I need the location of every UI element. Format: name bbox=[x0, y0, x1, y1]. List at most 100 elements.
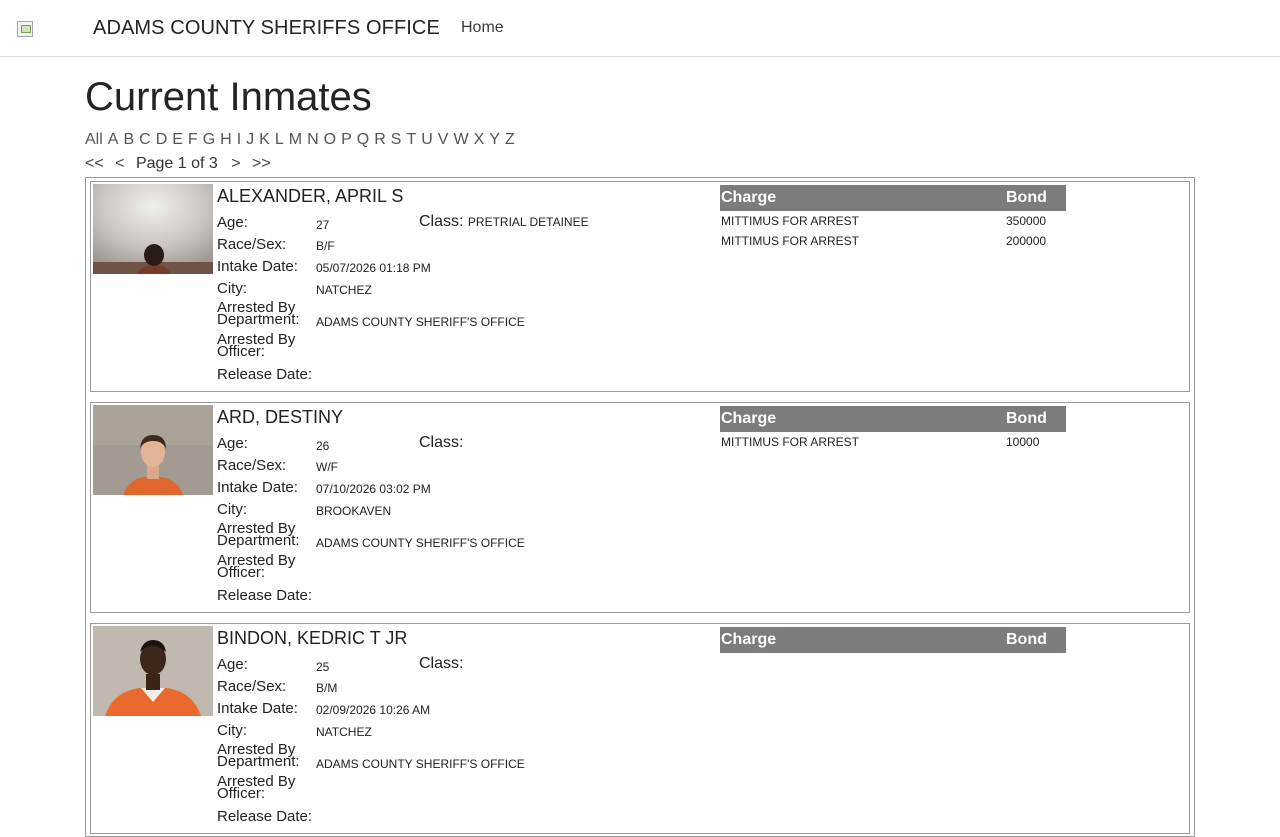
release-date-label: Release Date: bbox=[217, 366, 313, 383]
alphabet-filter: All A B C D E F G H I J K L M N O P Q R S T U V W X Y Z bbox=[85, 130, 520, 150]
class-label: Class: bbox=[419, 434, 464, 451]
inmate-card: BINDON, KEDRIC T JR Age: 25 Class: Race/… bbox=[90, 623, 1190, 834]
page-title: Current Inmates bbox=[85, 75, 372, 119]
charge-row: MITTIMUS FOR ARREST 350000 bbox=[720, 211, 1066, 231]
department-value: ADAMS COUNTY SHERIFF'S OFFICE bbox=[316, 757, 525, 771]
alpha-filter-c[interactable]: C bbox=[139, 131, 151, 148]
alpha-filter-d[interactable]: D bbox=[156, 131, 168, 148]
next-page-link[interactable]: > bbox=[231, 155, 240, 172]
first-page-link[interactable]: << bbox=[85, 155, 104, 172]
charge-cell: MITTIMUS FOR ARREST bbox=[721, 214, 859, 228]
age-label: Age: bbox=[217, 214, 248, 231]
charge-column-header: Charge bbox=[721, 631, 777, 648]
alpha-filter-i[interactable]: I bbox=[237, 131, 241, 148]
page-indicator: Page 1 of 3 bbox=[135, 155, 218, 172]
alpha-filter-x[interactable]: X bbox=[474, 131, 485, 148]
alpha-filter-g[interactable]: G bbox=[203, 131, 215, 148]
inmate-photo[interactable] bbox=[93, 405, 213, 495]
inmate-photo[interactable] bbox=[93, 626, 213, 716]
site-title[interactable]: ADAMS COUNTY SHERIFFS OFFICE bbox=[93, 16, 440, 40]
inmate-name: BINDON, KEDRIC T JR bbox=[217, 628, 408, 648]
charge-row: MITTIMUS FOR ARREST 10000 bbox=[720, 432, 1066, 452]
arrested-dept-label: Arrested By Department: bbox=[217, 741, 300, 770]
race-sex-value: B/M bbox=[316, 681, 338, 695]
inmate-card: ARD, DESTINY Age: 26 Class: Race/Sex: W/… bbox=[90, 402, 1190, 613]
alpha-filter-p[interactable]: P bbox=[341, 131, 352, 148]
broken-logo-image-icon[interactable] bbox=[17, 21, 33, 37]
alpha-filter-h[interactable]: H bbox=[220, 131, 232, 148]
intake-date-label: Intake Date: bbox=[217, 700, 298, 717]
bond-column-header: Bond bbox=[1006, 631, 1047, 648]
charges-header: Charge Bond bbox=[720, 185, 1066, 211]
department-value: ADAMS COUNTY SHERIFF'S OFFICE bbox=[316, 536, 525, 550]
charges-header: Charge Bond bbox=[720, 406, 1066, 432]
alpha-filter-o[interactable]: O bbox=[324, 131, 336, 148]
alpha-filter-n[interactable]: N bbox=[307, 131, 319, 148]
inmate-list: ALEXANDER, APRIL S Age: 27 Class: PRETRI… bbox=[85, 177, 1195, 837]
charge-cell: MITTIMUS FOR ARREST bbox=[721, 234, 859, 248]
alpha-filter-e[interactable]: E bbox=[172, 131, 183, 148]
arrested-dept-label: Arrested By Department: bbox=[217, 299, 300, 328]
alpha-filter-j[interactable]: J bbox=[246, 131, 254, 148]
top-navbar: ADAMS COUNTY SHERIFFS OFFICE Home bbox=[0, 0, 1280, 57]
alpha-filter-y[interactable]: Y bbox=[489, 131, 500, 148]
alpha-filter-z[interactable]: Z bbox=[505, 131, 515, 148]
alpha-filter-r[interactable]: R bbox=[374, 131, 386, 148]
age-value: 27 bbox=[316, 218, 330, 232]
alpha-filter-b[interactable]: B bbox=[123, 131, 134, 148]
alpha-filter-u[interactable]: U bbox=[421, 131, 433, 148]
alpha-filter-v[interactable]: V bbox=[438, 131, 449, 148]
nav-home-link[interactable]: Home bbox=[461, 18, 504, 38]
intake-date-value: 07/10/2026 03:02 PM bbox=[316, 482, 431, 496]
race-sex-label: Race/Sex: bbox=[217, 678, 287, 695]
intake-date-value: 02/09/2026 10:26 AM bbox=[316, 703, 431, 717]
arrested-officer-label: Arrested By Officer: bbox=[217, 331, 296, 360]
age-label: Age: bbox=[217, 435, 248, 452]
charge-row: MITTIMUS FOR ARREST 200000 bbox=[720, 231, 1066, 251]
age-value: 26 bbox=[316, 439, 330, 453]
alpha-filter-all[interactable]: All bbox=[85, 131, 103, 148]
bond-column-header: Bond bbox=[1006, 189, 1047, 206]
alpha-filter-m[interactable]: M bbox=[289, 131, 302, 148]
alpha-filter-l[interactable]: L bbox=[275, 131, 284, 148]
inmate-name: ALEXANDER, APRIL S bbox=[217, 186, 404, 206]
city-label: City: bbox=[217, 501, 247, 518]
city-label: City: bbox=[217, 722, 247, 739]
last-page-link[interactable]: >> bbox=[252, 155, 271, 172]
bond-cell: 10000 bbox=[1006, 435, 1040, 449]
class-label: Class: PRETRIAL DETAINEE bbox=[419, 213, 589, 230]
alpha-filter-k[interactable]: K bbox=[259, 131, 270, 148]
inmate-name: ARD, DESTINY bbox=[217, 407, 344, 427]
intake-date-label: Intake Date: bbox=[217, 258, 298, 275]
alpha-filter-q[interactable]: Q bbox=[357, 131, 369, 148]
city-label: City: bbox=[217, 280, 247, 297]
alpha-filter-w[interactable]: W bbox=[453, 131, 468, 148]
charges-table: Charge Bond bbox=[720, 627, 1066, 653]
arrested-dept-label: Arrested By Department: bbox=[217, 520, 300, 549]
intake-date-value: 05/07/2026 01:18 PM bbox=[316, 261, 431, 275]
department-value: ADAMS COUNTY SHERIFF'S OFFICE bbox=[316, 315, 525, 329]
race-sex-label: Race/Sex: bbox=[217, 236, 287, 253]
charge-column-header: Charge bbox=[721, 410, 777, 427]
race-sex-value: B/F bbox=[316, 239, 335, 253]
charges-header: Charge Bond bbox=[720, 627, 1066, 653]
alpha-filter-s[interactable]: S bbox=[391, 131, 402, 148]
bond-cell: 200000 bbox=[1006, 234, 1047, 248]
charges-table: Charge Bond MITTIMUS FOR ARREST 10000 bbox=[720, 406, 1066, 452]
prev-page-link[interactable]: < bbox=[115, 155, 124, 172]
city-value: NATCHEZ bbox=[316, 283, 372, 297]
pagination: << < Page 1 of 3 > >> bbox=[85, 154, 278, 174]
charge-cell: MITTIMUS FOR ARREST bbox=[721, 435, 859, 449]
inmate-photo[interactable] bbox=[93, 184, 213, 274]
city-value: BROOKAVEN bbox=[316, 504, 392, 518]
alpha-filter-a[interactable]: A bbox=[108, 131, 119, 148]
class-label: Class: bbox=[419, 655, 464, 672]
age-value: 25 bbox=[316, 660, 330, 674]
bond-column-header: Bond bbox=[1006, 410, 1047, 427]
release-date-label: Release Date: bbox=[217, 808, 313, 825]
charges-table: Charge Bond MITTIMUS FOR ARREST 350000 M… bbox=[720, 185, 1066, 251]
age-label: Age: bbox=[217, 656, 248, 673]
alpha-filter-t[interactable]: T bbox=[406, 131, 416, 148]
alpha-filter-f[interactable]: F bbox=[188, 131, 198, 148]
inmate-card: ALEXANDER, APRIL S Age: 27 Class: PRETRI… bbox=[90, 181, 1190, 392]
